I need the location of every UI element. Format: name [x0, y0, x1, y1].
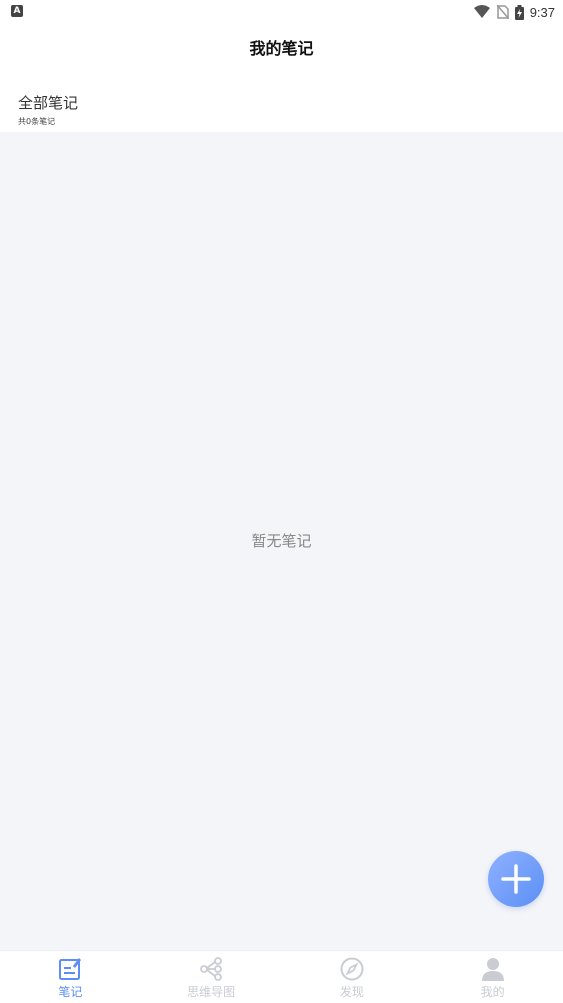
add-note-button[interactable] — [488, 851, 544, 907]
bottom-nav: 笔记 思维导图 发现 我的 — [0, 950, 563, 1003]
notes-count-label: 共0条笔记 — [18, 117, 56, 126]
nav-label-discover: 发现 — [339, 985, 364, 999]
nav-item-mind-map[interactable]: 思维导图 — [141, 951, 282, 1003]
note-edit-icon — [59, 958, 82, 980]
nav-item-notes[interactable]: 笔记 — [0, 951, 141, 1003]
nav-label-mind-map: 思维导图 — [187, 985, 236, 999]
notes-list-area: 暂无笔记 — [0, 132, 563, 950]
wifi-icon — [473, 5, 490, 18]
no-sim-icon — [496, 5, 509, 19]
status-time: 9:37 — [529, 4, 555, 20]
empty-state-message: 暂无笔记 — [251, 532, 312, 550]
nav-item-profile[interactable]: 我的 — [422, 951, 563, 1003]
mind-map-icon — [200, 957, 223, 981]
status-right-group: 9:37 — [473, 3, 555, 21]
battery-charging-icon — [514, 4, 524, 20]
nav-label-profile: 我的 — [480, 985, 505, 999]
nav-item-discover[interactable]: 发现 — [282, 951, 423, 1003]
compass-icon — [340, 957, 364, 981]
user-icon — [481, 958, 504, 981]
app-header: 我的笔记 — [0, 24, 563, 74]
notes-section-title[interactable]: 全部笔记 — [18, 92, 78, 113]
nav-label-notes: 笔记 — [58, 985, 83, 999]
plus-icon — [501, 864, 531, 894]
app-notification-icon: A — [11, 5, 23, 17]
notes-section-header: 全部笔记 共0条笔记 — [0, 74, 563, 132]
page-title: 我的笔记 — [249, 39, 314, 58]
status-bar: A 9:37 — [0, 0, 563, 24]
